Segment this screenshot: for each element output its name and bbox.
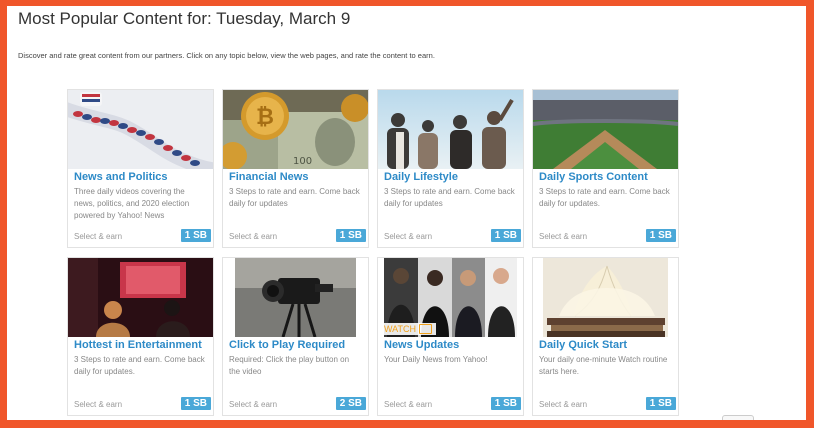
- select-earn-label[interactable]: Select & earn: [229, 232, 277, 241]
- card-daily-lifestyle[interactable]: Daily Lifestyle 3 Steps to rate and earn…: [377, 89, 524, 248]
- select-earn-label[interactable]: Select & earn: [384, 232, 432, 241]
- svg-text:₿: ₿: [256, 105, 274, 130]
- page-title: Most Popular Content for: Tuesday, March…: [18, 9, 351, 28]
- card-title[interactable]: Daily Quick Start: [539, 339, 674, 351]
- select-earn-label[interactable]: Select & earn: [229, 400, 277, 409]
- card-title[interactable]: News and Politics: [74, 171, 209, 183]
- svg-text:100: 100: [293, 156, 312, 167]
- card-news-updates[interactable]: WATCH News Updates Your Daily News from …: [377, 257, 524, 416]
- daily-quick-start-image[interactable]: [533, 258, 678, 337]
- card-click-to-play-required[interactable]: Click to Play Required Required: Click t…: [222, 257, 369, 416]
- select-earn-label[interactable]: Select & earn: [384, 400, 432, 409]
- reward-badge: 1 SB: [490, 397, 521, 410]
- card-description: Required: Click the play button on the v…: [229, 355, 350, 376]
- watch-label: WATCH: [384, 324, 416, 334]
- card-title[interactable]: Hottest in Entertainment: [74, 339, 209, 351]
- entertainment-image[interactable]: [68, 258, 213, 337]
- reward-badge: 1 SB: [490, 229, 521, 242]
- financial-news-image[interactable]: 100 ₿: [223, 90, 368, 169]
- tv-icon: [419, 324, 432, 334]
- daily-lifestyle-image[interactable]: [378, 90, 523, 169]
- click-to-play-image[interactable]: [223, 258, 368, 337]
- daily-sports-image[interactable]: [533, 90, 678, 169]
- card-description: Three daily videos covering the news, po…: [74, 187, 190, 220]
- card-description: 3 Steps to rate and earn. Come back dail…: [229, 187, 360, 208]
- card-description: Your Daily News from Yahoo!: [384, 355, 488, 364]
- reward-badge: 1 SB: [180, 229, 211, 242]
- card-daily-sports-content[interactable]: Daily Sports Content 3 Steps to rate and…: [532, 89, 679, 248]
- select-earn-label[interactable]: Select & earn: [539, 400, 587, 409]
- card-daily-quick-start[interactable]: Daily Quick Start Your daily one-minute …: [532, 257, 679, 416]
- card-title[interactable]: Click to Play Required: [229, 339, 364, 351]
- card-description: 3 Steps to rate and earn. Come back dail…: [74, 355, 205, 376]
- card-financial-news[interactable]: 100 ₿ Financial News 3 Steps to rate and…: [222, 89, 369, 248]
- select-earn-label[interactable]: Select & earn: [74, 232, 122, 241]
- content-grid: News and Politics Three daily videos cov…: [67, 89, 679, 416]
- card-description: 3 Steps to rate and earn. Come back dail…: [384, 187, 515, 208]
- card-title[interactable]: Daily Lifestyle: [384, 171, 519, 183]
- watch-overlay: WATCH: [380, 323, 436, 335]
- news-politics-image[interactable]: [68, 90, 213, 169]
- card-news-and-politics[interactable]: News and Politics Three daily videos cov…: [67, 89, 214, 248]
- card-description: 3 Steps to rate and earn. Come back dail…: [539, 187, 670, 208]
- reward-badge: 1 SB: [645, 397, 676, 410]
- card-title[interactable]: Daily Sports Content: [539, 171, 674, 183]
- card-hottest-in-entertainment[interactable]: Hottest in Entertainment 3 Steps to rate…: [67, 257, 214, 416]
- card-title[interactable]: News Updates: [384, 339, 519, 351]
- scroll-handle[interactable]: [722, 415, 754, 420]
- reward-badge: 1 SB: [335, 229, 366, 242]
- card-description: Your daily one-minute Watch routine star…: [539, 355, 668, 376]
- page-description: Discover and rate great content from our…: [18, 51, 435, 60]
- reward-badge: 1 SB: [180, 397, 211, 410]
- select-earn-label[interactable]: Select & earn: [74, 400, 122, 409]
- card-title[interactable]: Financial News: [229, 171, 364, 183]
- select-earn-label[interactable]: Select & earn: [539, 232, 587, 241]
- news-updates-image[interactable]: WATCH: [378, 258, 523, 337]
- reward-badge: 1 SB: [645, 229, 676, 242]
- reward-badge: 2 SB: [335, 397, 366, 410]
- content-frame: Most Popular Content for: Tuesday, March…: [7, 6, 806, 420]
